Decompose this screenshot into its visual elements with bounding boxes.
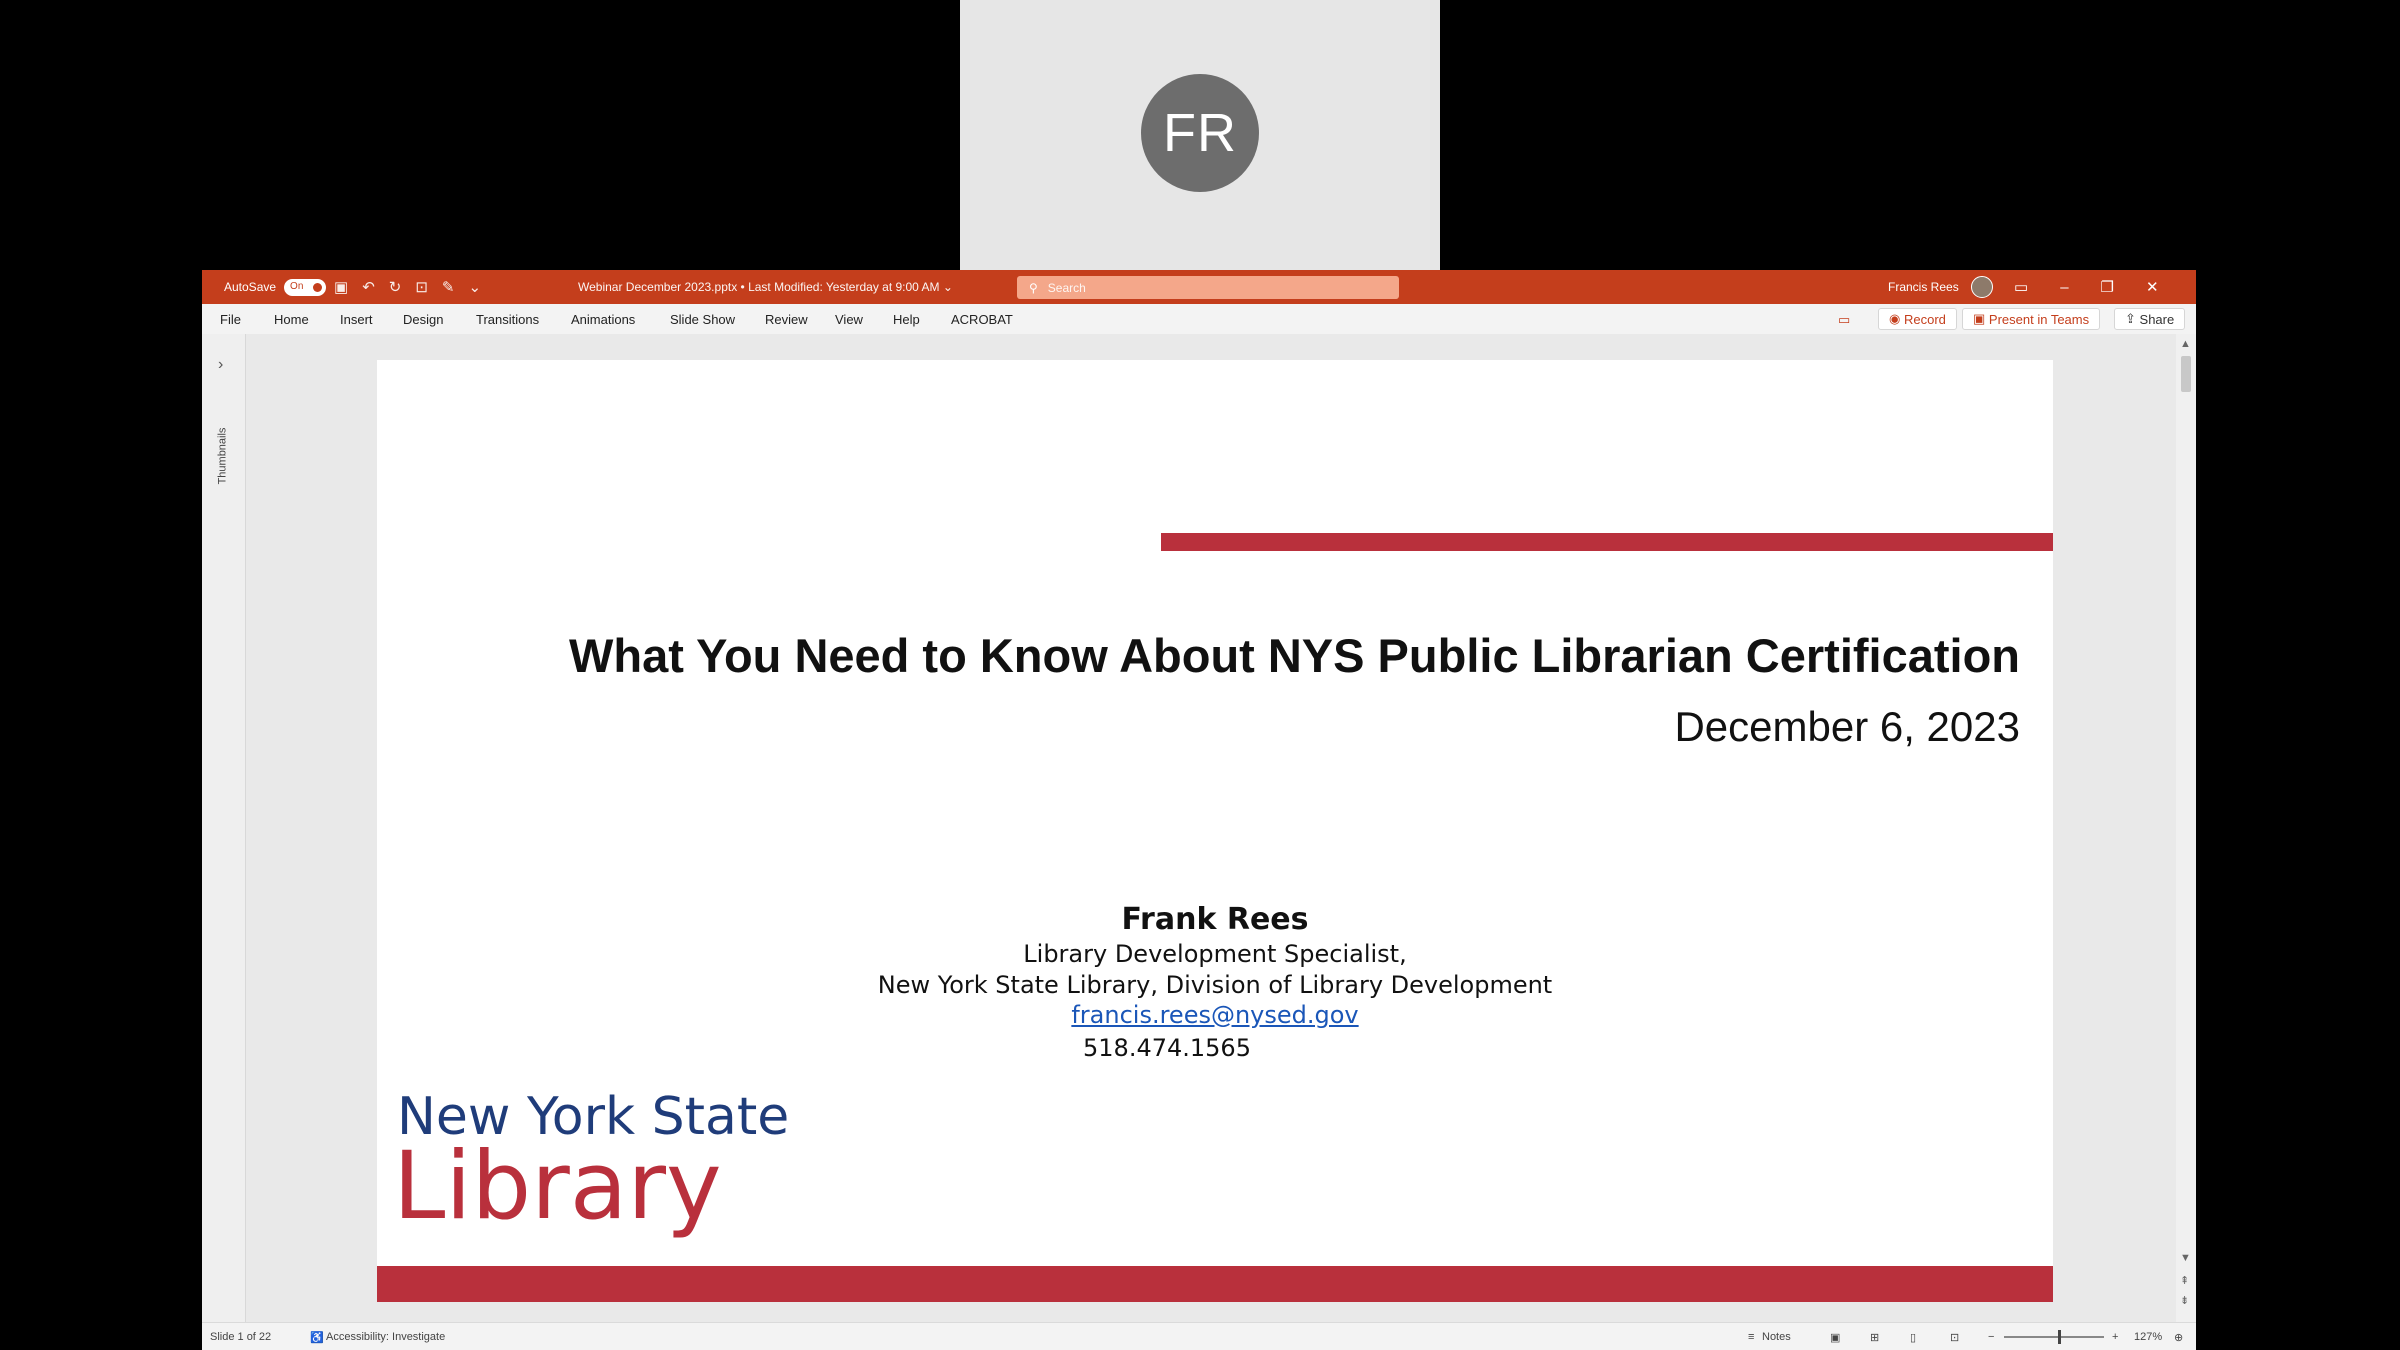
slide-sorter-icon[interactable]: ⊞: [1870, 1331, 1879, 1344]
thumbnails-label: Thumbnails: [216, 427, 229, 485]
scroll-down-icon[interactable]: ▼: [2180, 1252, 2191, 1264]
accent-bar-top: [1161, 533, 2053, 551]
tab-file[interactable]: File: [220, 312, 241, 327]
autosave-control[interactable]: AutoSave On: [224, 270, 327, 304]
logo-library: Library: [393, 1132, 722, 1241]
account-button[interactable]: Francis Rees: [1888, 270, 1993, 304]
tab-animations[interactable]: Animations: [571, 312, 635, 327]
record-icon: ◉: [1889, 311, 1901, 326]
tab-insert[interactable]: Insert: [340, 312, 373, 327]
notes-icon: ≡: [1748, 1331, 1755, 1343]
scroll-thumb[interactable]: [2181, 356, 2191, 392]
search-box[interactable]: ⚲ Search: [1017, 276, 1399, 299]
edit-icon[interactable]: ✎: [442, 278, 455, 296]
slide-canvas[interactable]: What You Need to Know About NYS Public L…: [377, 360, 2053, 1302]
accessibility-icon: ♿: [310, 1332, 324, 1344]
powerpoint-window: AutoSave On ▣ ↶ ↻ ⊡ ✎ ⌄ Webinar December…: [202, 270, 2196, 1350]
share-label: Share: [2139, 311, 2175, 327]
zoom-slider-track[interactable]: [2004, 1336, 2104, 1338]
previous-slide-icon[interactable]: ⇞: [2180, 1274, 2189, 1287]
participant-avatar: FR: [1141, 74, 1259, 192]
user-name: Francis Rees: [1888, 280, 1959, 294]
zoom-out-icon[interactable]: −: [1988, 1331, 1994, 1343]
record-button[interactable]: ◉ Record: [1878, 308, 1957, 330]
ribbon-display-icon[interactable]: ▭: [2014, 278, 2028, 296]
accent-bar-bottom: [377, 1266, 2053, 1302]
autosave-label: AutoSave: [224, 280, 277, 294]
tab-home[interactable]: Home: [274, 312, 309, 327]
normal-view-icon[interactable]: ▣: [1830, 1331, 1840, 1344]
slide-title[interactable]: What You Need to Know About NYS Public L…: [569, 628, 2020, 683]
redo-icon[interactable]: ↻: [389, 278, 402, 296]
slide-counter[interactable]: Slide 1 of 22: [210, 1331, 271, 1343]
tab-review[interactable]: Review: [765, 312, 808, 327]
thumbnails-pane: › Thumbnails: [202, 334, 246, 1322]
restore-icon[interactable]: ❐: [2101, 278, 2114, 296]
teams-icon: ▣: [1973, 311, 1986, 326]
autosave-toggle[interactable]: On: [284, 278, 327, 296]
present-label: Present in Teams: [1988, 311, 2090, 327]
fit-to-window-icon[interactable]: ⊕: [2174, 1331, 2183, 1344]
next-slide-icon[interactable]: ⇟: [2180, 1294, 2189, 1307]
presenter-name[interactable]: Frank Rees: [377, 902, 2053, 937]
search-icon: ⚲: [1029, 280, 1038, 295]
reading-view-icon[interactable]: ▯: [1910, 1331, 1916, 1344]
window-controls: ▭ – ❐ ✕: [2014, 270, 2159, 304]
start-slideshow-icon[interactable]: ⊡: [415, 278, 428, 296]
document-title[interactable]: Webinar December 2023.pptx • Last Modifi…: [578, 270, 953, 304]
tab-view[interactable]: View: [835, 312, 863, 327]
tab-design[interactable]: Design: [403, 312, 443, 327]
screen: FR AutoSave On ▣ ↶ ↻ ⊡ ✎ ⌄ Webinar Decem…: [0, 0, 2400, 1350]
slide-show-view-icon[interactable]: ⊡: [1950, 1331, 1959, 1344]
participant-tile: FR: [960, 0, 1440, 270]
zoom-level[interactable]: 127%: [2134, 1331, 2162, 1343]
vertical-scrollbar[interactable]: ▲ ▼ ⇞ ⇟: [2176, 334, 2196, 1322]
comments-icon[interactable]: ▭: [1838, 312, 1850, 328]
ribbon-tabs: File Home Insert Design Transitions Anim…: [202, 304, 2196, 334]
autosave-state: On: [290, 280, 304, 292]
customize-toolbar-icon[interactable]: ⌄: [469, 278, 482, 296]
accessibility-status[interactable]: Accessibility: Investigate: [326, 1331, 445, 1343]
slide-date[interactable]: December 6, 2023: [1674, 703, 2020, 751]
undo-icon[interactable]: ↶: [362, 278, 375, 296]
search-placeholder: Search: [1047, 280, 1086, 295]
presenter-organization[interactable]: New York State Library, Division of Libr…: [377, 971, 2053, 999]
share-button[interactable]: ⇪ Share: [2114, 308, 2186, 330]
scroll-up-icon[interactable]: ▲: [2180, 338, 2191, 350]
presenter-role[interactable]: Library Development Specialist,: [377, 940, 2053, 968]
tab-help[interactable]: Help: [893, 312, 920, 327]
zoom-in-icon[interactable]: +: [2112, 1331, 2118, 1343]
status-bar: Slide 1 of 22 ♿ Accessibility: Investiga…: [202, 1322, 2196, 1350]
toggle-knob: [313, 282, 323, 292]
share-icon: ⇪: [2125, 311, 2136, 326]
expand-thumbnails-icon[interactable]: ›: [218, 356, 223, 374]
zoom-slider-knob[interactable]: [2058, 1330, 2061, 1344]
title-bar: AutoSave On ▣ ↶ ↻ ⊡ ✎ ⌄ Webinar December…: [202, 270, 2196, 304]
presenter-phone[interactable]: 518.474.1565: [377, 1034, 2005, 1062]
tab-slide-show[interactable]: Slide Show: [670, 312, 735, 327]
notes-button[interactable]: Notes: [1762, 1331, 1791, 1343]
minimize-icon[interactable]: –: [2060, 279, 2068, 296]
present-in-teams-button[interactable]: ▣ Present in Teams: [1962, 308, 2101, 330]
user-avatar: [1970, 276, 1993, 298]
quick-access-toolbar: ▣ ↶ ↻ ⊡ ✎ ⌄: [334, 270, 481, 304]
tab-transitions[interactable]: Transitions: [476, 312, 539, 327]
save-icon[interactable]: ▣: [334, 278, 348, 296]
presenter-email-link[interactable]: francis.rees@nysed.gov: [377, 1001, 2053, 1029]
tab-acrobat[interactable]: ACROBAT: [951, 312, 1013, 327]
close-icon[interactable]: ✕: [2146, 278, 2159, 296]
record-label: Record: [1903, 311, 1946, 327]
